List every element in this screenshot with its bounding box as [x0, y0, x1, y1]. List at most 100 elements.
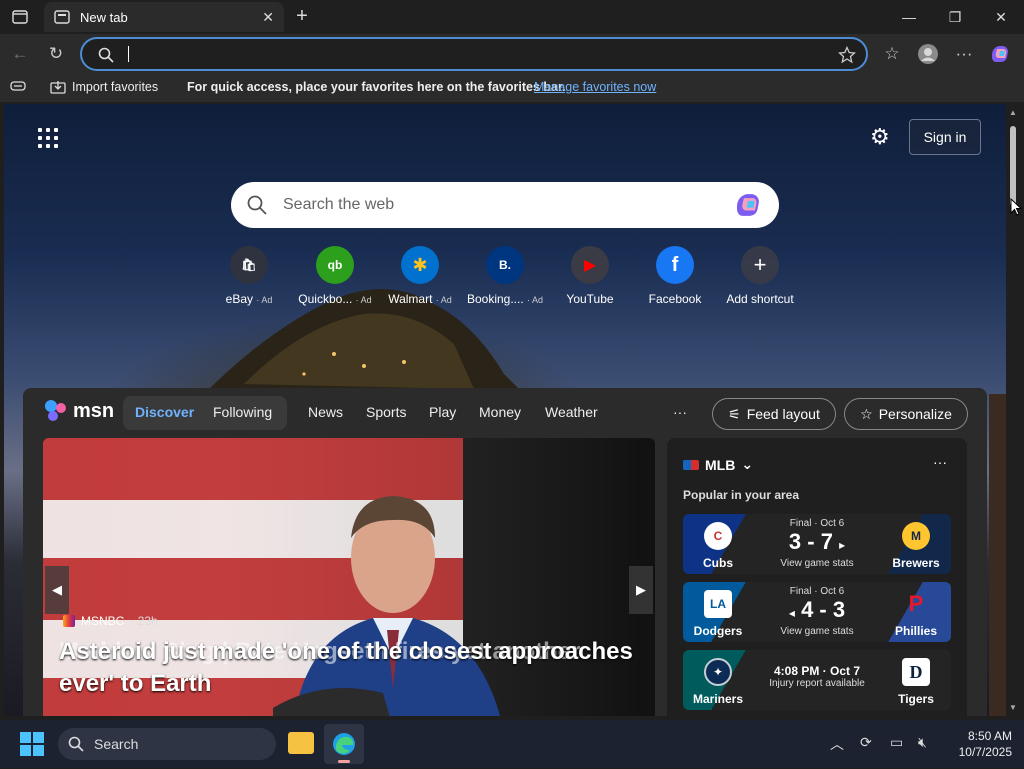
collections-icon[interactable]	[10, 80, 26, 92]
booking-icon: B.	[486, 246, 524, 284]
show-hidden-icons-chevron-icon[interactable]: ︿	[830, 734, 844, 754]
taskbar-search-box[interactable]: Search	[58, 728, 276, 760]
msn-logo[interactable]: msn	[43, 398, 114, 424]
search-placeholder: Search the web	[283, 196, 395, 213]
mouse-pointer-icon	[1010, 198, 1022, 216]
scrollbar-thumb[interactable]	[1010, 126, 1016, 206]
team-cubs: C Cubs	[687, 522, 749, 570]
hero-article-card[interactable]: ◀ ▶ MSNBC · 23h Maddow Blog | Pete Hegse…	[43, 438, 655, 716]
page-scrollbar[interactable]: ▲ ▼	[1006, 104, 1020, 716]
taskbar-clock[interactable]: 8:50 AM 10/7/2025	[946, 728, 1012, 760]
nav-money[interactable]: Money	[479, 404, 521, 420]
sign-in-button[interactable]: Sign in	[909, 119, 981, 155]
new-tab-page: ⚙ Sign in Search the web 🛍 eBay · Ad qb …	[4, 104, 1006, 716]
file-explorer-icon[interactable]	[288, 732, 314, 754]
windows-start-icon[interactable]	[20, 732, 44, 756]
tab-title: New tab	[80, 9, 128, 25]
nav-weather[interactable]: Weather	[545, 404, 598, 420]
facebook-icon: f	[656, 246, 694, 284]
game-score: Final · Oct 6 ◂ 4 - 3 View game stats	[780, 586, 854, 637]
edge-browser-icon[interactable]	[324, 724, 364, 764]
import-favorites-label: Import favorites	[72, 80, 159, 94]
favorite-star-icon[interactable]	[838, 46, 856, 64]
import-favorites-button[interactable]: Import favorites	[50, 80, 158, 94]
shortcut-quickbooks[interactable]: qb Quickbo... · Ad	[295, 246, 375, 306]
minimize-button[interactable]: —	[886, 0, 932, 34]
mlb-logo-icon	[683, 459, 699, 470]
personalize-button[interactable]: ☆ Personalize	[844, 398, 968, 430]
close-window-button[interactable]: ✕	[978, 0, 1024, 34]
refresh-button[interactable]: ↻	[42, 40, 70, 68]
nav-more-icon[interactable]: ···	[673, 404, 687, 420]
new-tab-button[interactable]: +	[290, 5, 314, 29]
text-cursor	[128, 46, 129, 62]
profile-avatar[interactable]	[914, 40, 942, 68]
game-card[interactable]: ✦ Mariners 4:08 PM · Oct 7 Injury report…	[683, 650, 951, 710]
team-dodgers: LA Dodgers	[687, 590, 749, 638]
volume-muted-icon[interactable]: 🔇︎	[918, 734, 927, 751]
close-tab-icon[interactable]: ✕	[262, 9, 274, 26]
back-button[interactable]: ←	[6, 40, 34, 68]
msn-butterfly-icon	[45, 400, 66, 421]
hero-prev-arrow-icon[interactable]: ◀	[45, 566, 69, 614]
game-card[interactable]: LA Dodgers Final · Oct 6 ◂ 4 - 3 View ga…	[683, 582, 951, 642]
dodgers-logo-icon: LA	[704, 590, 732, 618]
tab-following[interactable]: Following	[213, 404, 272, 420]
msn-feed: msn Discover Following News Sports Play …	[23, 388, 987, 716]
shortcut-ebay[interactable]: 🛍 eBay · Ad	[209, 246, 289, 306]
mlb-subtitle: Popular in your area	[683, 488, 800, 502]
search-icon	[68, 736, 84, 752]
mlb-more-icon[interactable]: ···	[933, 454, 947, 470]
address-bar[interactable]	[80, 37, 868, 71]
title-bar: New tab ✕ + — ❐ ✕	[0, 0, 1024, 34]
article-headline[interactable]: Asteroid just made 'one of the closest a…	[59, 636, 649, 700]
web-search-box[interactable]: Search the web	[231, 182, 779, 228]
nav-sports[interactable]: Sports	[366, 404, 406, 420]
chevron-down-icon: ⌄	[741, 456, 754, 472]
favorites-bar: Import favorites For quick access, place…	[0, 74, 1024, 102]
favorites-icon[interactable]: ☆	[878, 40, 906, 68]
sparkle-star-icon: ☆	[860, 405, 873, 422]
manage-favorites-link[interactable]: Manage favorites now	[534, 80, 656, 94]
shortcut-booking[interactable]: B. Booking.... · Ad	[465, 246, 545, 306]
sync-alert-icon[interactable]: ⟳	[860, 734, 872, 751]
apps-launcher-icon[interactable]	[38, 128, 58, 148]
mariners-logo-icon: ✦	[704, 658, 732, 686]
walmart-icon: ✱	[401, 246, 439, 284]
more-menu-icon[interactable]: ···	[950, 40, 978, 68]
add-shortcut-button[interactable]: + Add shortcut	[720, 246, 800, 306]
scroll-up-arrow-icon[interactable]: ▲	[1009, 108, 1017, 117]
tab-discover[interactable]: Discover	[135, 404, 194, 420]
sliders-icon: ⚟	[728, 405, 741, 422]
newtab-page-icon	[54, 10, 70, 24]
address-toolbar: ← ↻ ☆ ···	[0, 34, 1024, 74]
shortcut-walmart[interactable]: ✱ Walmart · Ad	[380, 246, 460, 306]
hero-next-arrow-icon[interactable]: ▶	[629, 566, 653, 614]
team-mariners: ✦ Mariners	[687, 658, 749, 706]
tigers-logo-icon: D	[902, 658, 930, 686]
import-icon	[50, 81, 66, 94]
game-card[interactable]: C Cubs Final · Oct 6 3 - 7 ▸ View game s…	[683, 514, 951, 574]
youtube-icon: ▶	[571, 246, 609, 284]
copilot-icon[interactable]	[986, 40, 1014, 68]
windows-taskbar: Search ︿ ⟳ ▭ 🔇︎ 8:50 AM 10/7/2025	[0, 720, 1024, 768]
restore-button[interactable]: ❐	[932, 0, 978, 34]
tab-actions-icon[interactable]	[8, 6, 32, 28]
tab-new-tab[interactable]: New tab ✕	[44, 2, 284, 32]
feed-layout-button[interactable]: ⚟ Feed layout	[712, 398, 836, 430]
mlb-scores-card: MLB ⌄ ··· Popular in your area C Cubs Fi…	[667, 438, 967, 716]
copilot-icon[interactable]	[733, 190, 763, 220]
team-phillies: P Phillies	[894, 591, 938, 638]
nav-news[interactable]: News	[308, 404, 343, 420]
game-time: 4:08 PM · Oct 7 Injury report available	[769, 664, 865, 689]
nav-play[interactable]: Play	[429, 404, 456, 420]
plus-icon: +	[741, 246, 779, 284]
team-brewers: M Brewers	[885, 522, 947, 570]
display-icon[interactable]: ▭	[890, 734, 903, 751]
scroll-down-arrow-icon[interactable]: ▼	[1009, 703, 1017, 712]
mlb-header[interactable]: MLB ⌄	[683, 456, 753, 473]
shortcut-facebook[interactable]: f Facebook	[635, 246, 715, 306]
team-tigers: D Tigers	[885, 658, 947, 706]
shortcut-youtube[interactable]: ▶ YouTube	[550, 246, 630, 306]
settings-gear-icon[interactable]: ⚙	[870, 126, 892, 148]
